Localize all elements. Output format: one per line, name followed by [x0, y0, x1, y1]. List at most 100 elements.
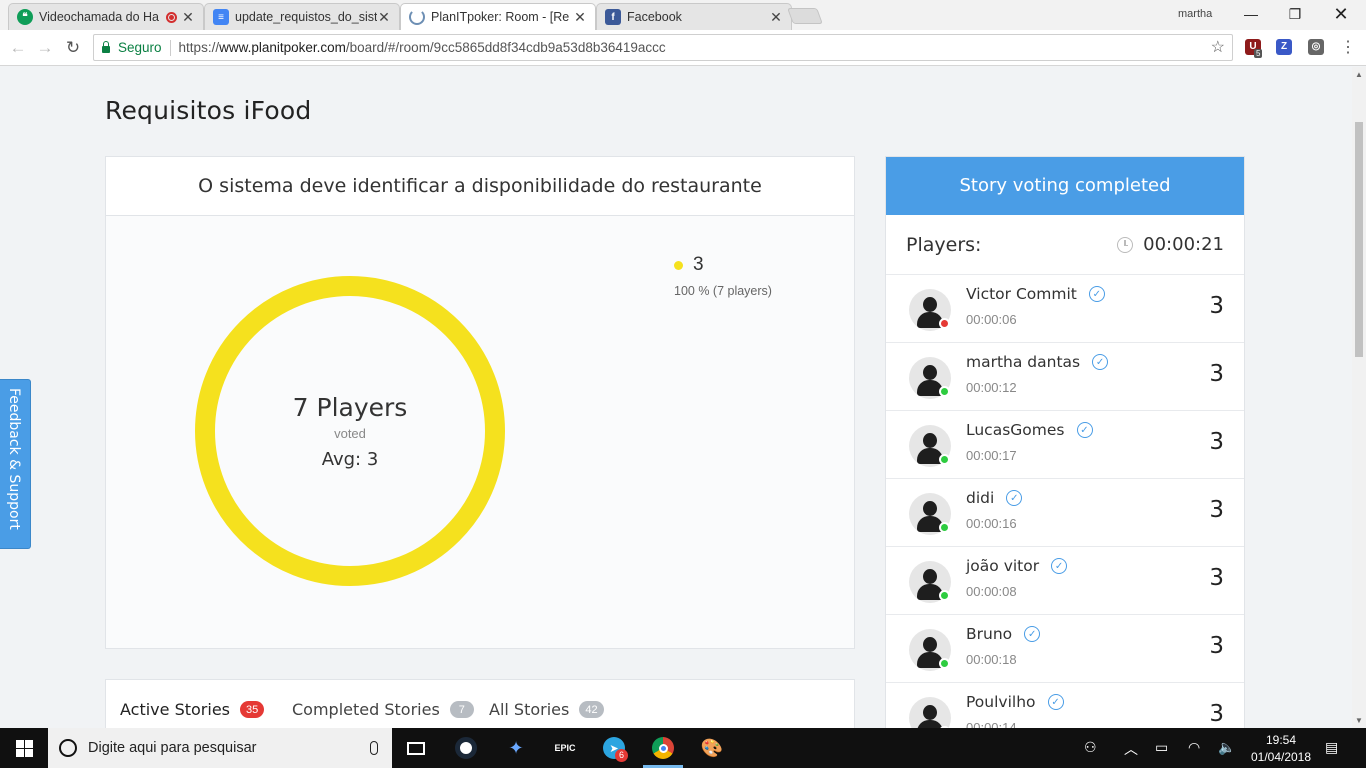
browser-tab-strip: ❝ Videochamada do Ha ✕ ≡ update_requisto… — [0, 0, 1366, 30]
minimize-icon[interactable]: — — [1236, 4, 1266, 24]
docs-icon: ≡ — [213, 9, 229, 25]
close-tab-icon[interactable]: ✕ — [769, 9, 783, 26]
close-window-icon[interactable]: ✕ — [1326, 4, 1356, 24]
player-vote: 3 — [1209, 565, 1224, 591]
vote-legend: 3 100 % (7 players) — [674, 254, 772, 298]
bookmark-star-icon[interactable]: ☆ — [1211, 37, 1225, 57]
taskbar-time[interactable]: 19:54 — [1255, 733, 1307, 747]
zotero-icon[interactable]: Z — [1276, 39, 1292, 55]
feedback-support-button[interactable]: Feedback & Support — [0, 379, 31, 549]
scroll-up-icon[interactable]: ▲ — [1355, 70, 1363, 79]
forward-icon[interactable]: → — [33, 36, 57, 60]
player-vote: 3 — [1209, 633, 1224, 659]
secure-label: Seguro — [118, 40, 162, 55]
player-name: Poulvilho — [966, 693, 1036, 711]
chrome-icon[interactable] — [650, 736, 676, 760]
windows-taskbar: Digite aqui para pesquisar ✦ EPIC ➤ 6 🎨 … — [0, 728, 1366, 768]
players-header: Players: 00:00:21 — [886, 215, 1244, 275]
tab-facebook[interactable]: f Facebook ✕ — [596, 3, 792, 30]
player-name-row: Poulvilho ✓ — [966, 693, 1064, 711]
url-text[interactable]: https://www.planitpoker.com/board/#/room… — [179, 40, 666, 55]
voted-check-icon: ✓ — [1088, 286, 1105, 302]
divider — [169, 39, 171, 56]
player-vote-time: 00:00:08 — [966, 584, 1017, 599]
scrollbar-thumb[interactable] — [1355, 122, 1363, 357]
player-row: joão vitor ✓ 00:00:08 3 — [886, 547, 1244, 615]
epic-games-icon[interactable]: EPIC — [552, 736, 578, 760]
volume-icon[interactable]: 🔈 — [1218, 739, 1235, 756]
microphone-icon[interactable] — [370, 741, 378, 755]
fortnite-icon[interactable]: ✦ — [503, 736, 529, 760]
restore-icon[interactable]: ❐ — [1280, 4, 1310, 24]
stories-tabs: Active Stories 35 Completed Stories 7 Al… — [105, 679, 855, 728]
reload-icon[interactable]: ↻ — [61, 36, 85, 60]
wifi-icon[interactable]: ◠ — [1188, 739, 1200, 756]
hangouts-icon: ❝ — [17, 9, 33, 25]
taskbar-search[interactable]: Digite aqui para pesquisar — [48, 728, 392, 768]
player-name: joão vitor — [966, 557, 1040, 575]
telegram-badge: 6 — [615, 749, 628, 762]
tab-title: PlanITpoker: Room - [Re — [431, 10, 570, 24]
voting-status-banner: Story voting completed — [886, 157, 1244, 215]
player-name: LucasGomes — [966, 421, 1065, 439]
tab-label: All Stories — [489, 700, 570, 719]
tab-completed-stories[interactable]: Completed Stories 7 — [292, 700, 474, 719]
steam-icon[interactable] — [453, 736, 479, 760]
recording-icon — [166, 11, 177, 23]
page-scrollbar[interactable]: ▲ ▼ — [1352, 67, 1366, 728]
voted-check-icon: ✓ — [1024, 626, 1041, 642]
new-tab-button[interactable] — [787, 8, 823, 24]
tab-active-stories[interactable]: Active Stories 35 — [120, 700, 265, 719]
player-name-row: didi ✓ — [966, 489, 1023, 507]
people-icon[interactable]: ⚇ — [1084, 739, 1097, 756]
count-badge: 7 — [449, 701, 474, 718]
menu-icon[interactable]: ⋮ — [1336, 36, 1360, 60]
loading-icon — [409, 9, 425, 25]
feedback-label: Feedback & Support — [6, 388, 22, 530]
players-panel: Story voting completed Players: 00:00:21… — [885, 156, 1245, 728]
notifications-icon[interactable]: ▤ — [1325, 739, 1338, 756]
profile-name[interactable]: martha — [1178, 8, 1212, 20]
ublock-badge: 5 — [1254, 49, 1263, 58]
voting-timer: 00:00:21 — [1143, 234, 1224, 255]
presence-indicator — [939, 318, 950, 329]
player-vote-time: 00:00:06 — [966, 312, 1017, 327]
windows-start-icon[interactable] — [16, 740, 33, 757]
scroll-down-icon[interactable]: ▼ — [1355, 716, 1363, 725]
player-row: Bruno ✓ 00:00:18 3 — [886, 615, 1244, 683]
clock-icon — [1117, 236, 1134, 253]
battery-icon[interactable]: ▭ — [1155, 739, 1168, 756]
taskbar-date[interactable]: 01/04/2018 — [1245, 750, 1317, 764]
close-tab-icon[interactable]: ✕ — [377, 9, 391, 26]
back-icon[interactable]: ← — [6, 36, 30, 60]
player-name-row: martha dantas ✓ — [966, 353, 1109, 371]
close-tab-icon[interactable]: ✕ — [181, 9, 195, 26]
voted-check-icon: ✓ — [1006, 490, 1023, 506]
lightbulb-icon[interactable]: ◎ — [1308, 39, 1324, 55]
legend-detail: 100 % (7 players) — [674, 284, 772, 298]
tab-all-stories[interactable]: All Stories 42 — [489, 700, 604, 719]
tab-planitpoker[interactable]: PlanITpoker: Room - [Re ✕ — [400, 3, 596, 30]
avatar — [909, 697, 951, 728]
player-name: didi — [966, 489, 995, 507]
show-hidden-icons[interactable]: ︿ — [1124, 739, 1138, 759]
epic-games-label: EPIC — [554, 743, 576, 753]
lock-icon — [102, 41, 110, 53]
voted-check-icon: ✓ — [1092, 354, 1109, 370]
task-view-icon[interactable] — [403, 736, 429, 760]
address-bar[interactable]: Seguro https://www.planitpoker.com/board… — [93, 34, 1233, 61]
tab-title: Videochamada do Ha — [39, 10, 159, 24]
player-name-row: Victor Commit ✓ — [966, 285, 1105, 303]
tab-docs[interactable]: ≡ update_requistos_do_sist ✕ — [204, 3, 400, 30]
tab-title: Facebook — [627, 10, 682, 24]
players-count: 7 Players — [292, 392, 408, 422]
close-tab-icon[interactable]: ✕ — [573, 9, 587, 26]
players-label: Players: — [906, 233, 982, 256]
page-content: Requisitos iFood O sistema deve identifi… — [0, 67, 1352, 728]
player-vote-time: 00:00:14 — [966, 720, 1017, 728]
tab-hangouts[interactable]: ❝ Videochamada do Ha ✕ — [8, 3, 204, 30]
paint-icon[interactable]: 🎨 — [699, 736, 725, 760]
player-vote-time: 00:00:12 — [966, 380, 1017, 395]
vote-donut-chart: 7 Players voted Avg: 3 — [194, 275, 506, 587]
presence-indicator — [939, 386, 950, 397]
